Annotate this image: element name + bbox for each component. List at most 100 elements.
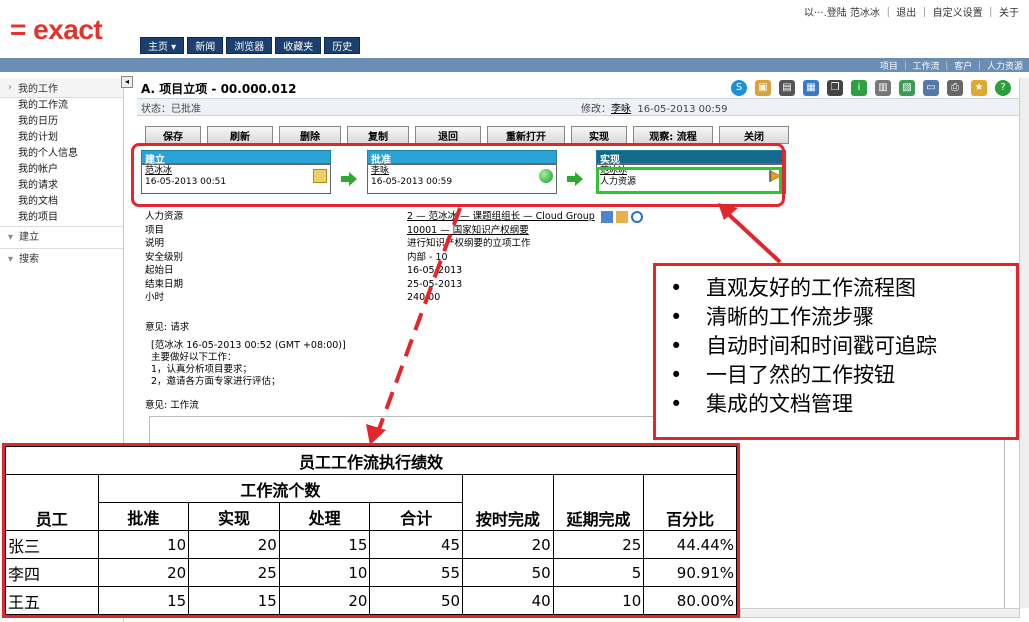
header-realize: 实现 xyxy=(188,502,280,531)
org-chart-icon[interactable] xyxy=(615,210,628,223)
cell: 80.00% xyxy=(643,586,737,615)
field-label: 说明 xyxy=(145,238,165,249)
sidebar-item-profile[interactable]: 我的个人信息 xyxy=(0,146,123,162)
chevron-down-icon: ▾ xyxy=(8,232,14,243)
field-label: 人力资源 xyxy=(145,211,184,222)
comment-line: 1，认真分析项目要求； xyxy=(151,364,253,375)
sidebar-item-plan[interactable]: 我的计划 xyxy=(0,130,123,146)
main-nav: 主页 ▾ 新闻 浏览器 收藏夹 历史 xyxy=(140,37,361,54)
window-icon[interactable]: ▭ xyxy=(923,80,939,96)
top-links[interactable]: 以···.登陆 范冰冰 ｜ 退出 ｜ 自定义设置 ｜ 关于 xyxy=(804,4,1019,19)
modify-label: 修改： xyxy=(581,103,611,115)
cell: 20 xyxy=(188,530,280,559)
field-label: 项目 xyxy=(145,224,165,236)
field-value-security: 内部 - 10 xyxy=(407,251,448,263)
return-button[interactable]: 退回 xyxy=(415,126,481,144)
cell: 25 xyxy=(188,558,280,587)
close-button[interactable]: 关闭 xyxy=(719,126,789,144)
copy-doc-icon[interactable]: ❐ xyxy=(827,80,843,96)
sidebar-group-create[interactable]: ▾ 建立 xyxy=(0,226,123,248)
reopen-button[interactable]: 重新打开 xyxy=(487,126,565,144)
sidebar-head-label: 我的工作 xyxy=(18,84,58,95)
vertical-scrollbar[interactable] xyxy=(1019,78,1029,608)
cell: 15 xyxy=(188,586,280,615)
calendar-icon[interactable]: ▦ xyxy=(803,80,819,96)
callout-bullet: 集成的文档管理 xyxy=(670,390,1016,419)
skype-icon[interactable]: S xyxy=(731,80,747,96)
comment-line: [范冰冰 16-05-2013 00:52 (GMT +08:00)] xyxy=(151,340,346,351)
horizontal-scrollbar[interactable] xyxy=(740,608,1020,618)
cell-employee: 张三 xyxy=(5,530,99,559)
performance-table: 员工工作流执行绩效 员工 工作流个数 按时完成 延期完成 百分比 批准 实现 处… xyxy=(2,443,740,618)
nav-favorites[interactable]: 收藏夹 xyxy=(275,37,322,54)
delete-button[interactable]: 删除 xyxy=(279,126,341,144)
sidebar-item-account[interactable]: 我的帐户 xyxy=(0,162,123,178)
view-flow-button[interactable]: 观察: 流程 xyxy=(633,126,713,144)
nav-history[interactable]: 历史 xyxy=(324,37,361,54)
hr-link[interactable]: 2 — 范冰冰 — 课题组组长 — Cloud Group xyxy=(407,211,595,222)
table-row: 王五 15 15 20 50 40 10 80.00% xyxy=(5,586,737,615)
callout-bullet: 直观友好的工作流程图 xyxy=(670,274,1016,303)
cell: 20 xyxy=(97,558,190,587)
header-approve: 批准 xyxy=(97,502,190,531)
comment-request: 意见: 请求 [范冰冰 16-05-2013 00:52 (GMT +08:00… xyxy=(145,322,346,412)
nav-news[interactable]: 新闻 xyxy=(187,37,224,54)
cell: 25 xyxy=(552,530,645,559)
edit-icon[interactable] xyxy=(600,210,613,223)
copy-button[interactable]: 复制 xyxy=(347,126,409,144)
modify-user-link[interactable]: 李咏 xyxy=(611,104,631,115)
header-ontime: 按时完成 xyxy=(462,474,554,531)
sidebar-item-workflow[interactable]: 我的工作流 xyxy=(0,98,123,114)
help-icon[interactable]: ? xyxy=(995,80,1011,96)
modify-time: 16-05-2013 00:59 xyxy=(637,103,728,115)
table-title: 员工工作流执行绩效 xyxy=(5,446,737,475)
save-button[interactable]: 保存 xyxy=(145,126,201,144)
cell-employee: 李四 xyxy=(5,558,99,587)
chart-icon[interactable]: ▧ xyxy=(899,80,915,96)
trash-icon[interactable]: ▥ xyxy=(875,80,891,96)
sidebar-item-documents[interactable]: 我的文档 xyxy=(0,194,123,210)
user-doc-icon[interactable]: ▣ xyxy=(755,80,771,96)
callout-bullet: 一目了然的工作按钮 xyxy=(670,361,1016,390)
sidebar-item-projects[interactable]: 我的项目 xyxy=(0,210,123,226)
sidebar-group-search-label: 搜索 xyxy=(19,254,40,265)
header-delayed: 延期完成 xyxy=(552,474,645,531)
cell: 10 xyxy=(97,530,190,559)
nav-home[interactable]: 主页 ▾ xyxy=(140,37,185,54)
cell: 90.91% xyxy=(643,558,737,587)
favorite-icon[interactable]: ★ xyxy=(971,80,987,96)
header-total: 合计 xyxy=(369,502,464,531)
header-process: 处理 xyxy=(278,502,371,531)
field-value-start: 16-05-2013 xyxy=(407,265,463,276)
cell: 15 xyxy=(97,586,190,615)
cell: 44.44% xyxy=(643,530,737,559)
field-value-hours: 240.00 xyxy=(407,292,441,303)
comment-line: 主要做好以下工作： xyxy=(151,352,237,363)
sidebar-item-calendar[interactable]: 我的日历 xyxy=(0,114,123,130)
sidebar-group-create-label: 建立 xyxy=(19,232,40,243)
status-text: 状态：已批准 xyxy=(141,103,201,115)
toolbar-icons: S ▣ ▤ ▦ ❐ i ▥ ▧ ▭ ⎙ ★ ? xyxy=(731,80,1011,96)
cell: 10 xyxy=(278,558,371,587)
sidebar-head[interactable]: › 我的工作 xyxy=(0,78,123,98)
action-buttons: 保存 刷新 删除 复制 退回 重新打开 实现 观察: 流程 关闭 xyxy=(137,126,1019,144)
collapse-sidebar-button[interactable]: ◂ xyxy=(121,76,133,88)
sidebar-group-search[interactable]: ▾ 搜索 xyxy=(0,248,123,270)
project-link[interactable]: 10001 — 国家知识产权纲要 xyxy=(407,225,529,236)
header-group-workflow-count: 工作流个数 xyxy=(97,474,464,503)
cell: 20 xyxy=(462,530,554,559)
report-icon[interactable]: ▤ xyxy=(779,80,795,96)
field-labels: 人力资源 项目 说明 安全级别 起始日 结束日期 小时 xyxy=(145,210,183,305)
nav-browser[interactable]: 浏览器 xyxy=(226,37,273,54)
sidebar-item-requests[interactable]: 我的请求 xyxy=(0,178,123,194)
print-icon[interactable]: ⎙ xyxy=(947,80,963,96)
chevron-right-icon: › xyxy=(8,82,12,93)
realize-button[interactable]: 实现 xyxy=(571,126,627,144)
exact-logo: = exact xyxy=(10,14,103,45)
refresh-button[interactable]: 刷新 xyxy=(207,126,273,144)
clock-icon[interactable] xyxy=(630,210,643,223)
module-links[interactable]: 项目 ｜ 工作流 ｜ 客户 ｜ 人力资源 xyxy=(880,59,1023,72)
info-icon[interactable]: i xyxy=(851,80,867,96)
cell: 20 xyxy=(278,586,371,615)
field-value-hr: 2 — 范冰冰 — 课题组组长 — Cloud Group xyxy=(407,210,643,224)
